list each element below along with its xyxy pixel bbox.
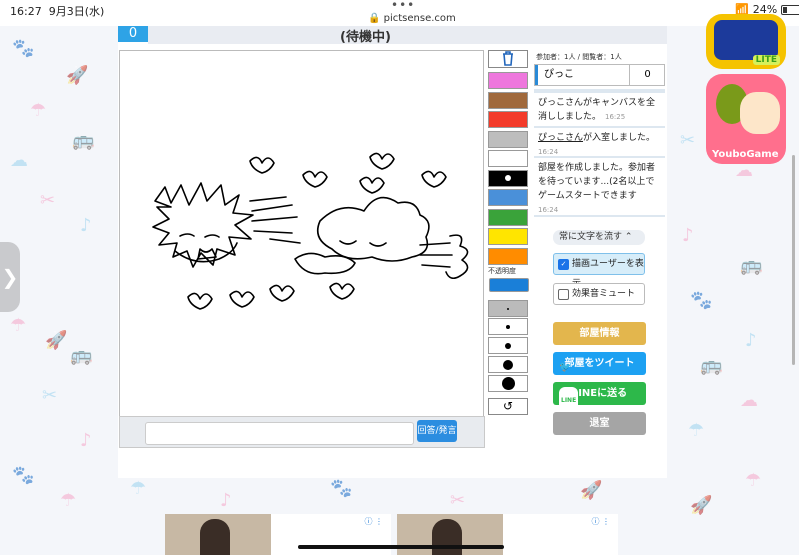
color-swatch[interactable] — [488, 130, 528, 148]
home-indicator[interactable] — [298, 545, 504, 549]
canvas-drawing — [152, 152, 469, 310]
app-icon-youbogame[interactable]: YouboGame — [706, 74, 786, 164]
color-swatch[interactable] — [488, 208, 528, 226]
brush-size-5[interactable] — [488, 375, 528, 392]
color-swatch[interactable] — [488, 228, 528, 245]
player-score: 0 — [629, 65, 665, 85]
chat-message: ぴっこさんが入室しました。 16:24 — [534, 128, 665, 156]
app-icon-geometry-dash-lite[interactable]: LITE — [706, 14, 786, 69]
line-icon: LINE — [559, 387, 579, 414]
opacity-label: 不透明度 — [488, 267, 516, 275]
chat-message: ぴっこさんがキャンバスを全消ししました。 16:25 — [534, 93, 665, 126]
tab-menu-dots[interactable]: ••• — [391, 0, 415, 12]
player-name: ぴっこ — [535, 65, 629, 85]
stream-text-select[interactable]: 常に文字を流す ⌃ — [553, 230, 645, 245]
brush-size-2[interactable] — [488, 318, 528, 335]
status-time: 16:27 9月3日(水) — [10, 5, 105, 18]
twitter-icon: 🐦 — [559, 362, 572, 373]
selected-indicator — [505, 174, 511, 181]
room-status-title: (待機中) — [340, 30, 391, 45]
undo-icon[interactable]: ↺ — [488, 398, 528, 415]
color-swatch[interactable] — [488, 169, 528, 187]
brush-size-1[interactable] — [488, 300, 528, 317]
ad-info-icon[interactable]: ⓘ ⋮ — [364, 516, 383, 527]
brush-size-4[interactable] — [488, 356, 528, 373]
scrollbar[interactable] — [792, 155, 795, 365]
tweet-button[interactable]: 🐦 部屋をツイート — [553, 352, 646, 375]
trash-icon[interactable] — [488, 50, 528, 68]
battery-icon — [781, 4, 799, 15]
ad-info-icon[interactable]: ⓘ ⋮ — [591, 516, 610, 527]
answer-input[interactable] — [145, 422, 414, 445]
player-row: ぴっこ 0 — [534, 64, 665, 86]
brush-size-3[interactable] — [488, 337, 528, 354]
color-swatch[interactable] — [488, 111, 528, 128]
score-tab: 0 — [118, 26, 148, 42]
color-swatch[interactable] — [488, 189, 528, 206]
opacity-slider[interactable] — [489, 278, 529, 292]
status-bar: 16:27 9月3日(水) ••• 🔒 pictsense.com 📶 24% — [0, 0, 799, 26]
line-share-button[interactable]: LINE LINEに送る — [553, 382, 646, 414]
sidebar-handle[interactable]: ❯ — [0, 242, 20, 312]
color-swatch[interactable] — [488, 247, 528, 265]
color-swatch[interactable] — [488, 72, 528, 89]
color-swatch[interactable] — [488, 150, 528, 167]
drawing-canvas[interactable] — [119, 50, 484, 417]
chat-message: 部屋を作成しました。参加者を待っています...(2名以上でゲームスタートできます… — [534, 158, 665, 215]
color-swatch[interactable] — [488, 91, 528, 109]
chat-log: ぴっこさんがキャンバスを全消ししました。 16:25 ぴっこさんが入室しました。 1… — [534, 89, 665, 217]
answer-submit-button[interactable]: 回答/発言 — [417, 420, 457, 442]
room-header — [148, 26, 667, 44]
room-info-button[interactable]: 部屋情報 — [553, 322, 646, 345]
address-bar[interactable]: 🔒 pictsense.com — [368, 13, 456, 24]
participant-count: 参加者：1人 / 閲覧者：1人 — [536, 53, 622, 61]
show-drawer-checkbox[interactable]: ✓描画ユーザーを表示 — [553, 253, 645, 289]
mute-sfx-checkbox[interactable]: 効果音ミュート — [553, 283, 645, 305]
leave-room-button[interactable]: 退室 — [553, 412, 646, 435]
